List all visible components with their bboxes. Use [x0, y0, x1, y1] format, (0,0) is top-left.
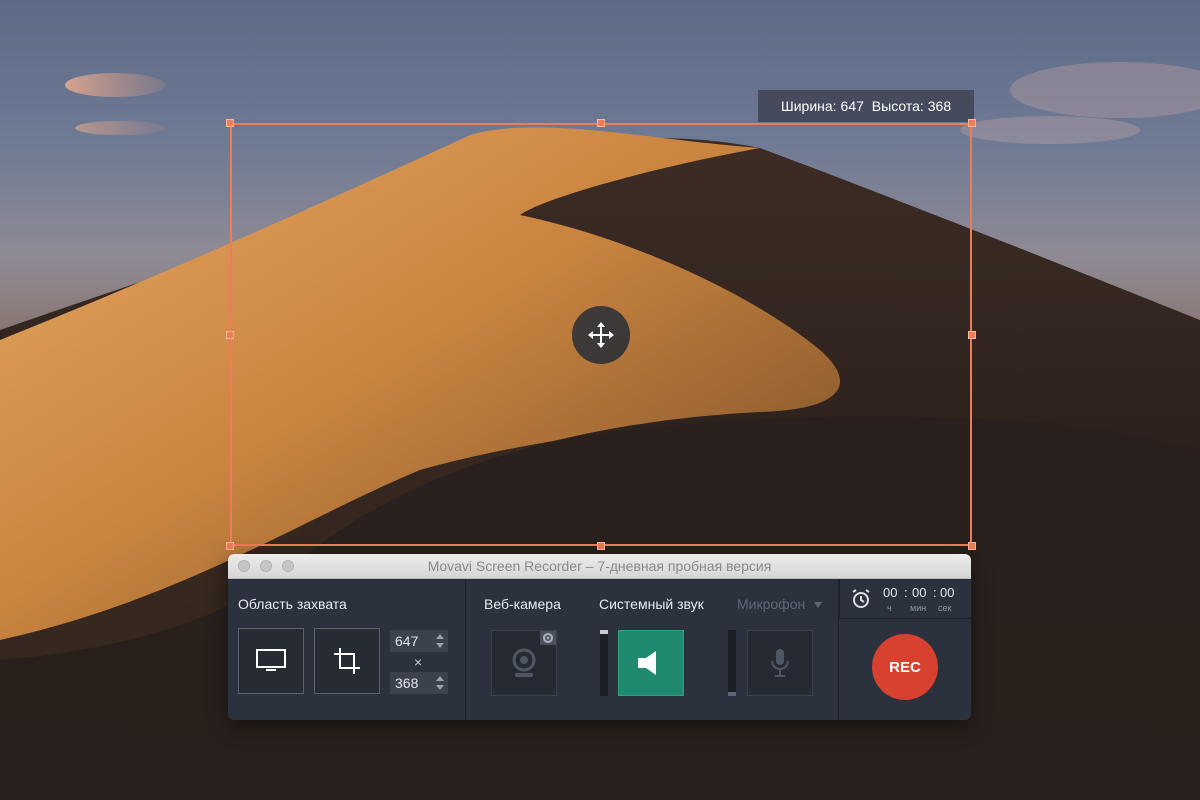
microphone-label-text: Микрофон	[737, 596, 806, 612]
microphone-level-cap	[728, 692, 736, 696]
system-audio-label: Системный звук	[599, 596, 704, 612]
resize-handle-bottom[interactable]	[597, 542, 605, 550]
timer-separator: :	[933, 585, 937, 600]
move-arrows-icon	[588, 322, 614, 348]
microphone-label: Микрофон	[737, 596, 823, 612]
move-button[interactable]	[572, 306, 630, 364]
monitor-icon	[256, 649, 286, 671]
resize-handle-top-left[interactable]	[226, 119, 234, 127]
resize-handle-left[interactable]	[226, 331, 234, 339]
system-audio-level-cap	[600, 630, 608, 634]
timer-hours: 00	[883, 585, 898, 600]
capture-size-tooltip: Ширина: 647 Высота: 368	[758, 90, 974, 122]
window-title: Movavi Screen Recorder – 7-дневная пробн…	[427, 558, 772, 574]
dimension-separator: ×	[414, 654, 423, 670]
alarm-clock-icon[interactable]	[850, 588, 872, 610]
microphone-level-meter	[728, 630, 736, 696]
microphone-icon	[771, 649, 789, 677]
width-value: 647	[840, 98, 864, 114]
system-audio-level-meter	[600, 630, 608, 696]
timer-minutes: 00	[912, 585, 927, 600]
capture-width-field[interactable]: 647	[390, 630, 448, 652]
system-audio-toggle-button[interactable]	[618, 630, 684, 696]
timer-seconds: 00	[940, 585, 955, 600]
recorder-window: Movavi Screen Recorder – 7-дневная пробн…	[228, 554, 971, 720]
recording-timer[interactable]: 00 : 00 : 00 ч мин сек	[839, 579, 971, 619]
microphone-toggle-button[interactable]	[747, 630, 813, 696]
record-button-label: REC	[889, 658, 921, 676]
timer-seconds-unit: сек	[938, 603, 952, 613]
panel-divider	[465, 579, 466, 720]
resize-handle-top-right[interactable]	[968, 119, 976, 127]
capture-area-label: Область захвата	[238, 596, 347, 612]
custom-area-button[interactable]	[314, 628, 380, 694]
timer-separator: :	[904, 585, 908, 600]
timer-hours-unit: ч	[887, 603, 892, 613]
record-button[interactable]: REC	[872, 634, 938, 700]
capture-width-value: 647	[395, 633, 419, 649]
capture-height-value: 368	[395, 675, 419, 691]
speaker-icon	[638, 651, 656, 675]
gear-icon	[543, 633, 553, 643]
resize-handle-bottom-left[interactable]	[226, 542, 234, 550]
webcam-label: Веб-камера	[484, 596, 561, 612]
chevron-down-icon[interactable]	[813, 601, 823, 609]
timer-minutes-unit: мин	[910, 603, 927, 613]
fullscreen-capture-button[interactable]	[238, 628, 304, 694]
resize-handle-top[interactable]	[597, 119, 605, 127]
window-titlebar[interactable]: Movavi Screen Recorder – 7-дневная пробн…	[228, 554, 971, 579]
crop-icon	[334, 648, 360, 674]
height-value: 368	[927, 98, 952, 114]
resize-handle-bottom-right[interactable]	[968, 542, 976, 550]
width-stepper-icon[interactable]	[436, 633, 444, 649]
webcam-settings-button[interactable]	[540, 631, 556, 645]
resize-handle-right[interactable]	[968, 331, 976, 339]
height-stepper-icon[interactable]	[436, 675, 444, 691]
webcam-icon	[512, 648, 536, 677]
capture-height-field[interactable]: 368	[390, 672, 448, 694]
width-label: Ширина:	[780, 98, 837, 114]
height-label: Высота:	[871, 98, 924, 114]
